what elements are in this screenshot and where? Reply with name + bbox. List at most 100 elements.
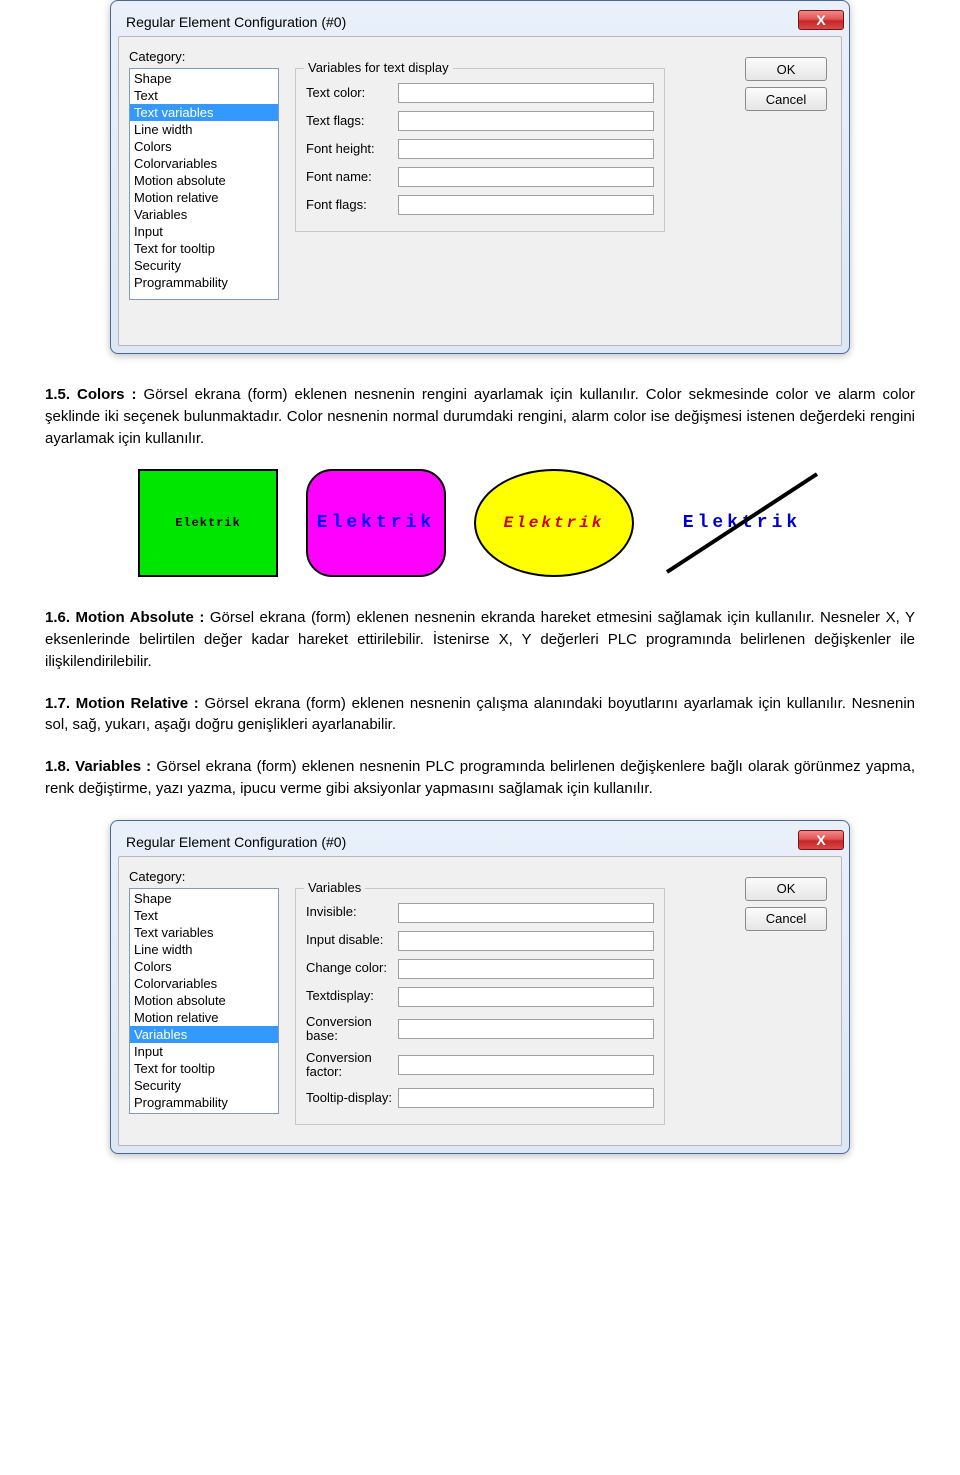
field-row: Font name:: [306, 167, 654, 187]
cancel-button[interactable]: Cancel: [745, 87, 827, 111]
rrect-label: Elektrik: [317, 513, 435, 533]
d2-input-3[interactable]: [398, 987, 654, 1007]
category-item-programmability[interactable]: Programmability: [130, 1094, 278, 1111]
close-icon: X: [816, 12, 825, 28]
category-item-text[interactable]: Text: [130, 87, 278, 104]
p18-bold: 1.8. Variables :: [45, 758, 156, 775]
field-row: Font flags:: [306, 195, 654, 215]
category-label: Category:: [129, 49, 831, 64]
paragraph-1-7: 1.7. Motion Relative : Görsel ekrana (fo…: [45, 693, 915, 737]
category-item-motion-absolute[interactable]: Motion absolute: [130, 992, 278, 1009]
field-row: Invisible:: [306, 903, 654, 923]
category-item-text-variables[interactable]: Text variables: [130, 104, 278, 121]
p15-bold: 1.5. Colors :: [45, 386, 144, 403]
cancel-button[interactable]: Cancel: [745, 907, 827, 931]
dialog1-title: Regular Element Configuration (#0): [126, 14, 346, 30]
field-row: Text color:: [306, 83, 654, 103]
category-item-text-for-tooltip[interactable]: Text for tooltip: [130, 1060, 278, 1077]
field-label: Invisible:: [306, 905, 398, 919]
category-item-variables[interactable]: Variables: [130, 1026, 278, 1043]
d2-input-6[interactable]: [398, 1088, 654, 1108]
dialog-1: Regular Element Configuration (#0) X Cat…: [110, 0, 850, 354]
category-item-shape[interactable]: Shape: [130, 70, 278, 87]
close-button[interactable]: X: [798, 10, 844, 30]
field-label: Input disable:: [306, 933, 398, 947]
field-row: Tooltip-display:: [306, 1088, 654, 1108]
category-item-text[interactable]: Text: [130, 907, 278, 924]
paragraph-1-8: 1.8. Variables : Görsel ekrana (form) ek…: [45, 756, 915, 800]
d1-input-3[interactable]: [398, 167, 654, 187]
category-item-line-width[interactable]: Line width: [130, 941, 278, 958]
category-item-text-for-tooltip[interactable]: Text for tooltip: [130, 240, 278, 257]
field-row: Input disable:: [306, 931, 654, 951]
dialog-2: Regular Element Configuration (#0) X Cat…: [110, 820, 850, 1154]
category-label: Category:: [129, 869, 831, 884]
p15-text: Görsel ekrana (form) eklenen nesnenin re…: [45, 386, 915, 447]
yellow-ellipse: Elektrik: [474, 469, 634, 577]
p16-bold: 1.6. Motion Absolute :: [45, 609, 210, 626]
field-label: Change color:: [306, 961, 398, 975]
category-item-motion-relative[interactable]: Motion relative: [130, 189, 278, 206]
diagonal-line-shape: Elektrik: [662, 469, 822, 577]
category-item-colorvariables[interactable]: Colorvariables: [130, 975, 278, 992]
dialog2-title: Regular Element Configuration (#0): [126, 834, 346, 850]
field-row: Conversion factor:: [306, 1051, 654, 1080]
category-item-input[interactable]: Input: [130, 1043, 278, 1060]
field-row: Change color:: [306, 959, 654, 979]
field-row: Conversion base:: [306, 1015, 654, 1044]
variables-groupbox: Variables Invisible:Input disable:Change…: [295, 888, 665, 1125]
field-row: Font height:: [306, 139, 654, 159]
category-item-variables[interactable]: Variables: [130, 206, 278, 223]
category-listbox[interactable]: ShapeTextText variablesLine widthColorsC…: [129, 68, 279, 300]
field-label: Conversion base:: [306, 1015, 398, 1044]
category-item-colorvariables[interactable]: Colorvariables: [130, 155, 278, 172]
p18-text: Görsel ekrana (form) eklenen nesnenin PL…: [45, 758, 915, 797]
category-item-colors[interactable]: Colors: [130, 958, 278, 975]
category-item-programmability[interactable]: Programmability: [130, 274, 278, 291]
category-listbox[interactable]: ShapeTextText variablesLine widthColorsC…: [129, 888, 279, 1114]
d2-input-0[interactable]: [398, 903, 654, 923]
groupbox-title: Variables: [304, 880, 365, 895]
d2-input-2[interactable]: [398, 959, 654, 979]
category-item-security[interactable]: Security: [130, 257, 278, 274]
field-label: Font name:: [306, 170, 398, 184]
category-item-colors[interactable]: Colors: [130, 138, 278, 155]
ok-button[interactable]: OK: [745, 877, 827, 901]
text-display-groupbox: Variables for text display Text color:Te…: [295, 68, 665, 232]
close-button[interactable]: X: [798, 830, 844, 850]
dialog2-body: Category: ShapeTextText variablesLine wi…: [118, 856, 842, 1146]
paragraph-1-5: 1.5. Colors : Görsel ekrana (form) eklen…: [45, 384, 915, 449]
field-label: Font flags:: [306, 198, 398, 212]
category-item-input[interactable]: Input: [130, 223, 278, 240]
shapes-row: Elektrik Elektrik Elektrik Elektrik: [0, 469, 960, 577]
category-item-text-variables[interactable]: Text variables: [130, 924, 278, 941]
category-item-security[interactable]: Security: [130, 1077, 278, 1094]
square-label: Elektrik: [175, 516, 241, 530]
d2-input-5[interactable]: [398, 1055, 654, 1075]
field-row: Textdisplay:: [306, 987, 654, 1007]
field-label: Textdisplay:: [306, 989, 398, 1003]
field-label: Tooltip-display:: [306, 1091, 398, 1105]
d2-input-1[interactable]: [398, 931, 654, 951]
field-label: Font height:: [306, 142, 398, 156]
dialog1-body: Category: ShapeTextText variablesLine wi…: [118, 36, 842, 346]
close-icon: X: [816, 832, 825, 848]
field-label: Text flags:: [306, 114, 398, 128]
groupbox-title: Variables for text display: [304, 60, 453, 75]
d1-input-4[interactable]: [398, 195, 654, 215]
dialog2-titlebar: Regular Element Configuration (#0) X: [118, 828, 842, 856]
field-label: Conversion factor:: [306, 1051, 398, 1080]
dialog1-titlebar: Regular Element Configuration (#0) X: [118, 8, 842, 36]
d1-input-0[interactable]: [398, 83, 654, 103]
d1-input-2[interactable]: [398, 139, 654, 159]
green-square: Elektrik: [138, 469, 278, 577]
d2-input-4[interactable]: [398, 1019, 654, 1039]
category-item-line-width[interactable]: Line width: [130, 121, 278, 138]
category-item-motion-relative[interactable]: Motion relative: [130, 1009, 278, 1026]
field-label: Text color:: [306, 86, 398, 100]
ok-button[interactable]: OK: [745, 57, 827, 81]
category-item-shape[interactable]: Shape: [130, 890, 278, 907]
category-item-motion-absolute[interactable]: Motion absolute: [130, 172, 278, 189]
magenta-rounded-rect: Elektrik: [306, 469, 446, 577]
d1-input-1[interactable]: [398, 111, 654, 131]
